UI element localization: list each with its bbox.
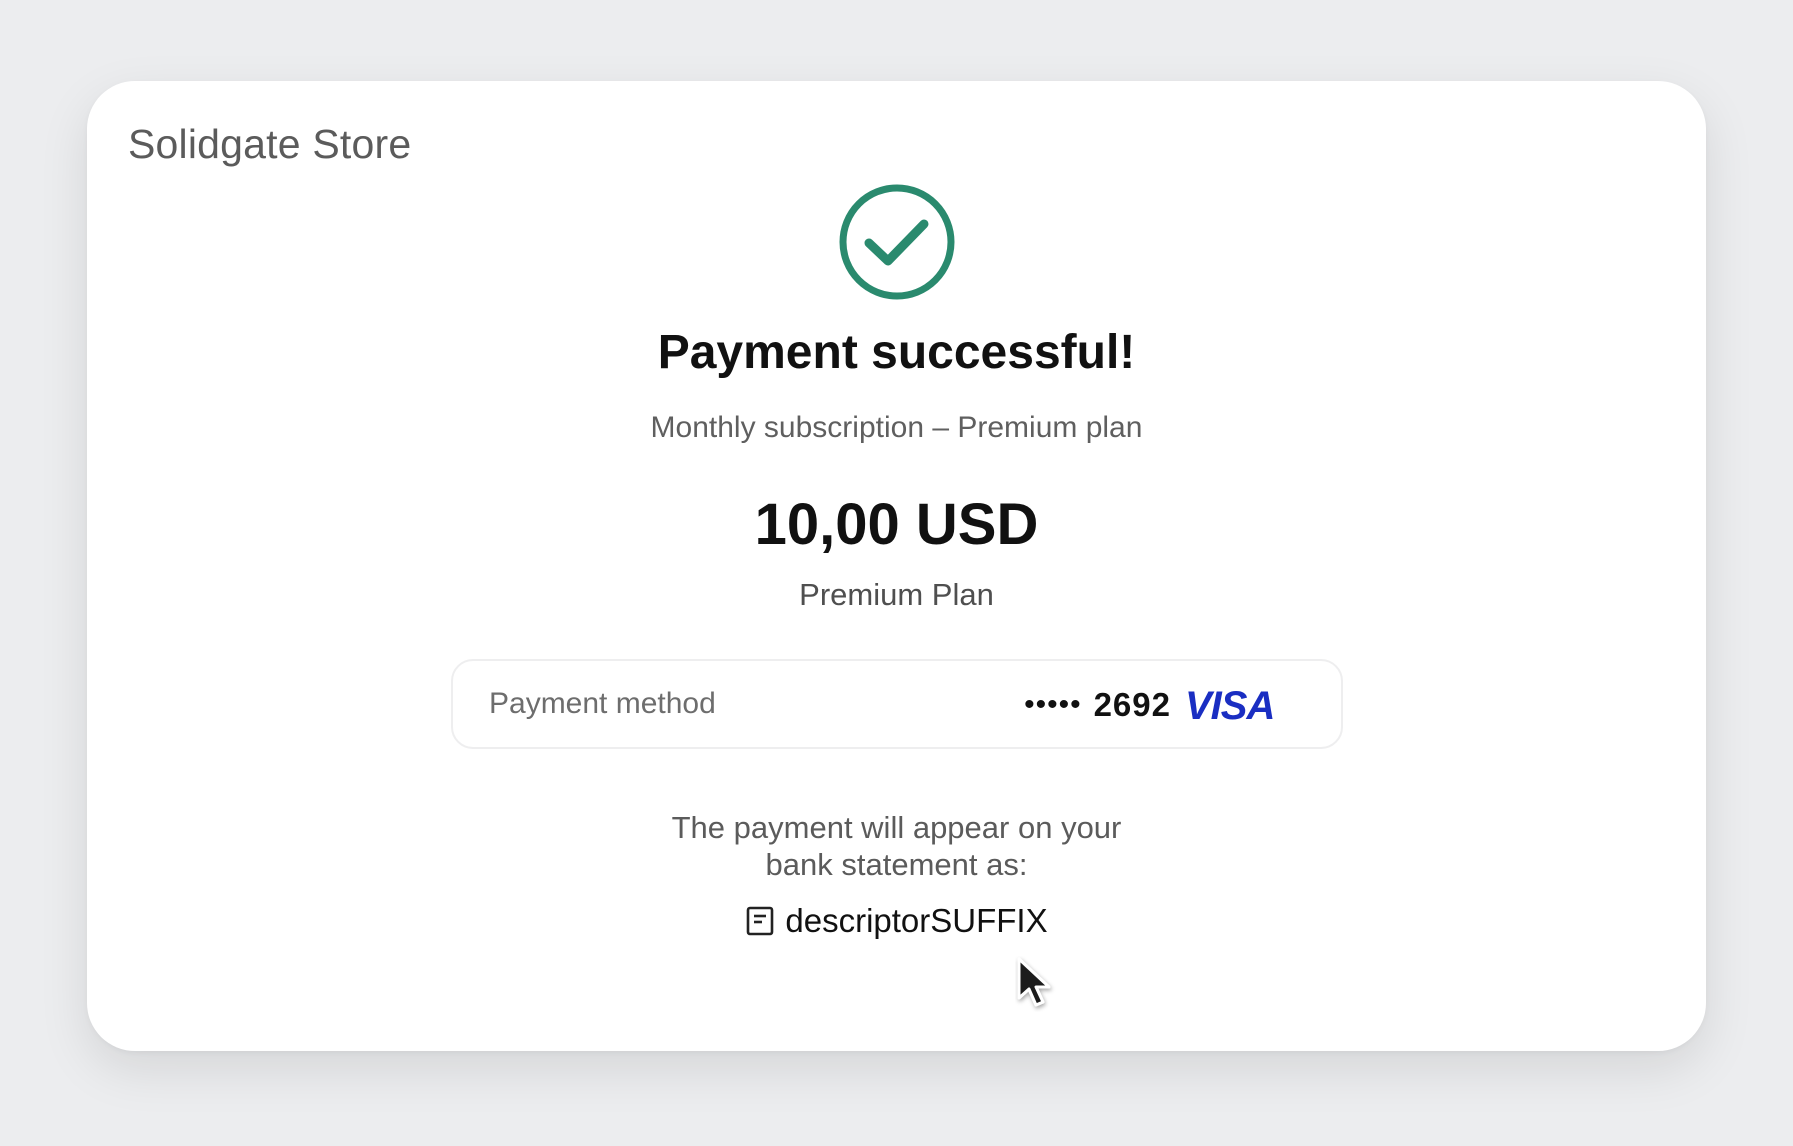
card-details: ••••• 2692 VISA bbox=[1024, 678, 1283, 732]
receipt-icon bbox=[747, 906, 774, 936]
payment-result-card: Solidgate Store Payment successful! Mont… bbox=[87, 81, 1706, 1051]
visa-logo: VISA bbox=[1185, 685, 1275, 725]
descriptor-text[interactable]: descriptorSUFFIX bbox=[785, 902, 1047, 940]
visa-logo-text: VISA bbox=[1185, 685, 1274, 725]
card-last4: 2692 bbox=[1093, 686, 1171, 723]
payment-method-row: Payment method ••••• 2692 VISA bbox=[451, 659, 1343, 749]
payment-amount: 10,00 USD bbox=[754, 492, 1039, 557]
statement-note: The payment will appear on your bank sta… bbox=[87, 809, 1706, 883]
check-circle-icon bbox=[839, 184, 955, 300]
product-name: Premium Plan bbox=[799, 577, 994, 612]
mouse-cursor-icon bbox=[1017, 957, 1051, 1007]
statement-descriptor[interactable]: descriptorSUFFIX bbox=[87, 902, 1706, 940]
statement-line-1: The payment will appear on your bbox=[671, 810, 1122, 845]
status-title: Payment successful! bbox=[657, 326, 1136, 379]
statement-line-2: bank statement as: bbox=[765, 847, 1028, 882]
payment-method-label: Payment method bbox=[489, 687, 716, 720]
store-name: Solidgate Store bbox=[128, 121, 412, 167]
status-subtitle: Monthly subscription – Premium plan bbox=[650, 411, 1143, 444]
card-mask: ••••• bbox=[1024, 688, 1082, 721]
